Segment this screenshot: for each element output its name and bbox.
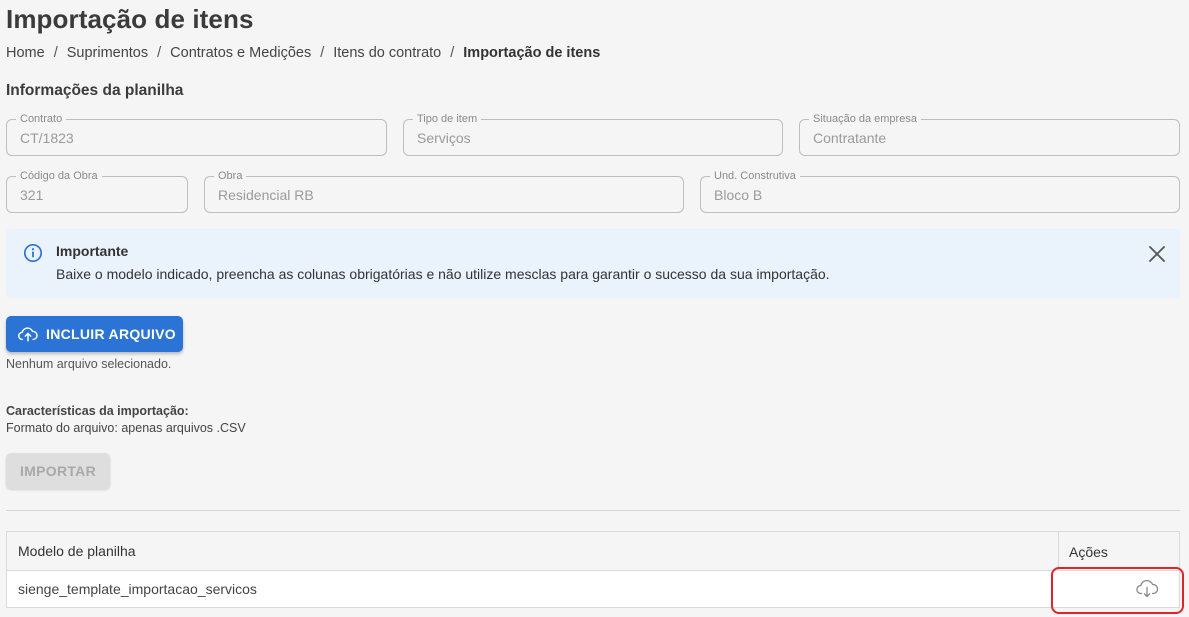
- contrato-field[interactable]: Contrato CT/1823: [6, 112, 387, 156]
- obra-field[interactable]: Obra Residencial RB: [204, 169, 684, 213]
- info-icon: [23, 243, 43, 263]
- und-construtiva-field[interactable]: Und. Construtiva Bloco B: [700, 169, 1180, 213]
- codigo-obra-value: 321: [20, 187, 44, 203]
- tipo-item-label: Tipo de item: [413, 112, 482, 126]
- obra-value: Residencial RB: [218, 187, 314, 203]
- contrato-value: CT/1823: [20, 130, 74, 146]
- cloud-upload-icon: [18, 327, 38, 342]
- obra-label: Obra: [214, 169, 247, 183]
- column-header-model: Modelo de planilha: [18, 543, 136, 559]
- include-file-label: INCLUIR ARQUIVO: [46, 326, 176, 342]
- breadcrumb-current: Importação de itens: [463, 45, 601, 61]
- codigo-obra-label: Código da Obra: [16, 169, 102, 183]
- close-icon[interactable]: [1148, 245, 1166, 263]
- tipo-item-field[interactable]: Tipo de item Serviços: [403, 112, 783, 156]
- table-header: Modelo de planilha Ações: [7, 532, 1179, 571]
- characteristics-format: Formato do arquivo: apenas arquivos .CSV: [6, 421, 246, 435]
- alert-title: Importante: [56, 243, 129, 259]
- include-file-button[interactable]: INCLUIR ARQUIVO: [6, 316, 183, 352]
- situacao-empresa-value: Contratante: [813, 130, 887, 146]
- contrato-label: Contrato: [16, 112, 67, 126]
- breadcrumb-itens-contrato[interactable]: Itens do contrato: [333, 45, 441, 61]
- tipo-item-value: Serviços: [417, 130, 471, 146]
- actions-cell: [1058, 571, 1179, 607]
- divider: [6, 510, 1180, 511]
- file-status: Nenhum arquivo selecionado.: [6, 357, 172, 371]
- codigo-obra-field[interactable]: Código da Obra 321: [6, 169, 188, 213]
- und-construtiva-value: Bloco B: [714, 187, 763, 203]
- table-row: sienge_template_importacao_servicos: [7, 571, 1179, 607]
- situacao-empresa-field[interactable]: Situação da empresa Contratante: [799, 112, 1180, 156]
- und-construtiva-label: Und. Construtiva: [710, 169, 800, 183]
- info-alert: Importante Baixe o modelo indicado, pree…: [6, 229, 1180, 298]
- import-button[interactable]: IMPORTAR: [6, 453, 110, 489]
- page-title: Importação de itens: [6, 4, 254, 34]
- breadcrumb: Home / Suprimentos / Contratos e Mediçõe…: [6, 45, 600, 61]
- characteristics-title: Características da importação:: [6, 404, 189, 418]
- template-name: sienge_template_importacao_servicos: [18, 581, 257, 597]
- breadcrumb-separator: /: [157, 45, 162, 61]
- alert-message: Baixe o modelo indicado, preencha as col…: [56, 266, 830, 282]
- breadcrumb-suprimentos[interactable]: Suprimentos: [67, 45, 148, 61]
- breadcrumb-home[interactable]: Home: [6, 45, 45, 61]
- template-table: Modelo de planilha Ações sienge_template…: [6, 531, 1180, 608]
- breadcrumb-separator: /: [53, 45, 58, 61]
- section-title: Informações da planilha: [6, 82, 184, 99]
- breadcrumb-separator: /: [320, 45, 325, 61]
- situacao-empresa-label: Situação da empresa: [809, 112, 921, 126]
- breadcrumb-separator: /: [450, 45, 455, 61]
- breadcrumb-contratos[interactable]: Contratos e Medições: [170, 45, 311, 61]
- column-header-actions: Ações: [1058, 532, 1179, 570]
- cloud-download-icon[interactable]: [1136, 579, 1158, 599]
